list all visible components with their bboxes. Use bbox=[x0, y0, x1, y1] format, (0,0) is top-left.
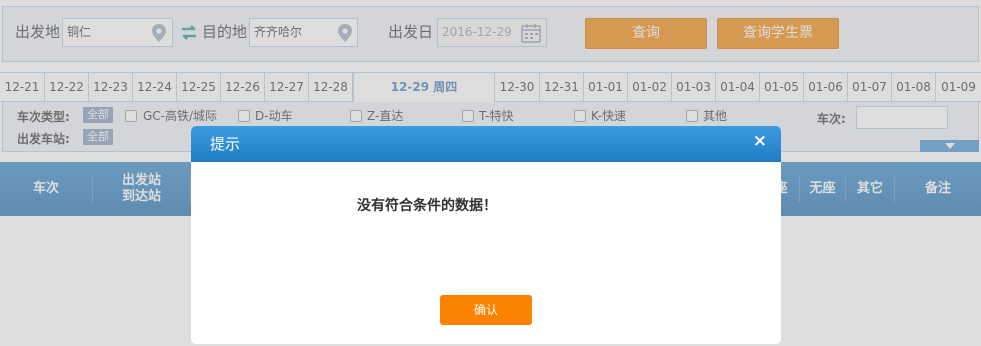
dialog-message: 没有符合条件的数据！ bbox=[357, 198, 497, 214]
confirm-button[interactable]: 确认 bbox=[440, 295, 532, 325]
dialog-header: 提示 × bbox=[191, 126, 781, 162]
close-icon[interactable]: × bbox=[753, 131, 767, 151]
alert-dialog: 提示 × 没有符合条件的数据！ 确认 bbox=[191, 126, 781, 344]
dialog-title: 提示 bbox=[210, 135, 241, 153]
